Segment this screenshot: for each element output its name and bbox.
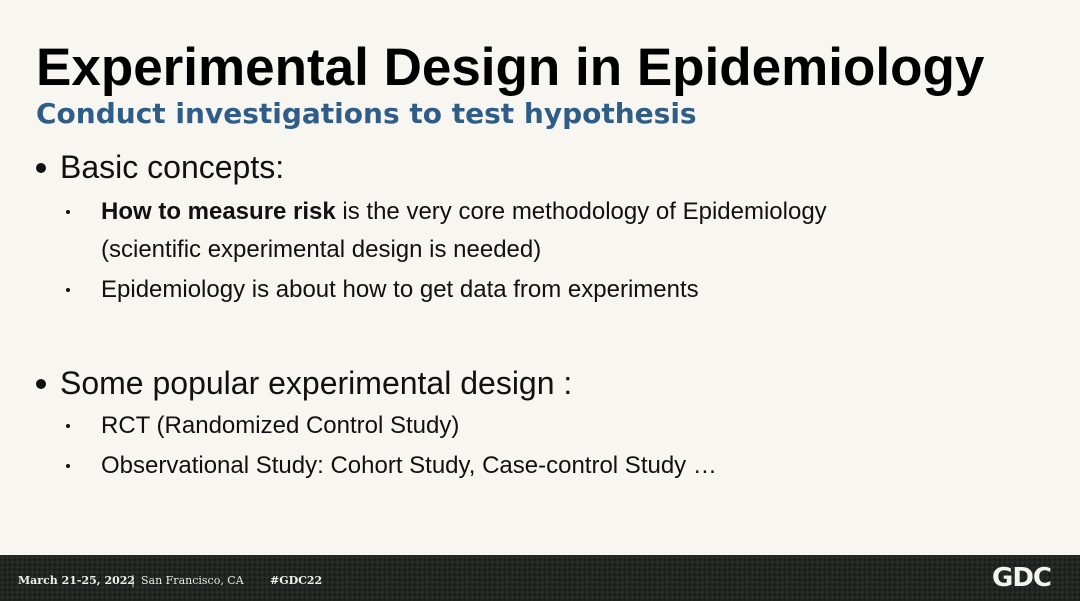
sub-bullet-text: How to measure risk is the very core met… — [101, 193, 961, 231]
footer-hashtag: #GDC22 — [270, 574, 323, 587]
bullet-dot-icon — [36, 162, 46, 173]
sub-bullet-dot-icon — [66, 424, 70, 428]
footer-separator: | — [131, 573, 136, 587]
gdc-logo: GDC — [992, 563, 1052, 593]
sub-bullet-text: Observational Study: Cohort Study, Case-… — [101, 452, 717, 479]
sub-bullet-dot-icon — [66, 288, 70, 292]
sub-bullet-rct: RCT (Randomized Control Study) — [66, 407, 961, 445]
sub-bullet-observational: Observational Study: Cohort Study, Case-… — [66, 447, 961, 485]
slide-content: Experimental Design in Epidemiology Cond… — [0, 0, 1080, 555]
slide-title: Experimental Design in Epidemiology — [36, 38, 985, 97]
sub-bullet-dot-icon — [66, 464, 70, 468]
sub-bullet-text-rest: is the very core methodology of Epidemio… — [335, 198, 827, 225]
sub-bullet-text: RCT (Randomized Control Study) — [101, 412, 460, 439]
footer-bar: March 21-25, 2022 | San Francisco, CA #G… — [0, 555, 1080, 601]
footer-location: San Francisco, CA — [141, 574, 244, 587]
footer-date: March 21-25, 2022 — [18, 574, 136, 587]
bold-phrase: How to measure risk — [101, 198, 336, 225]
sub-bullet-continuation: (scientific experimental design is neede… — [101, 236, 542, 263]
bullet-dot-icon — [36, 378, 46, 389]
bullet-heading-text: Basic concepts: — [60, 149, 285, 185]
bullet-heading-text: Some popular experimental design : — [60, 365, 573, 401]
bullet-heading-popular-designs: Some popular experimental design : — [36, 363, 572, 403]
sub-bullet-data-experiments: Epidemiology is about how to get data fr… — [66, 271, 961, 309]
sub-bullet-text: Epidemiology is about how to get data fr… — [101, 276, 699, 303]
bullet-heading-basic-concepts: Basic concepts: — [36, 147, 284, 187]
slide-subtitle: Conduct investigations to test hypothesi… — [36, 97, 697, 130]
sub-bullet-dot-icon — [66, 210, 70, 214]
sub-bullet-measure-risk: How to measure risk is the very core met… — [66, 193, 961, 269]
